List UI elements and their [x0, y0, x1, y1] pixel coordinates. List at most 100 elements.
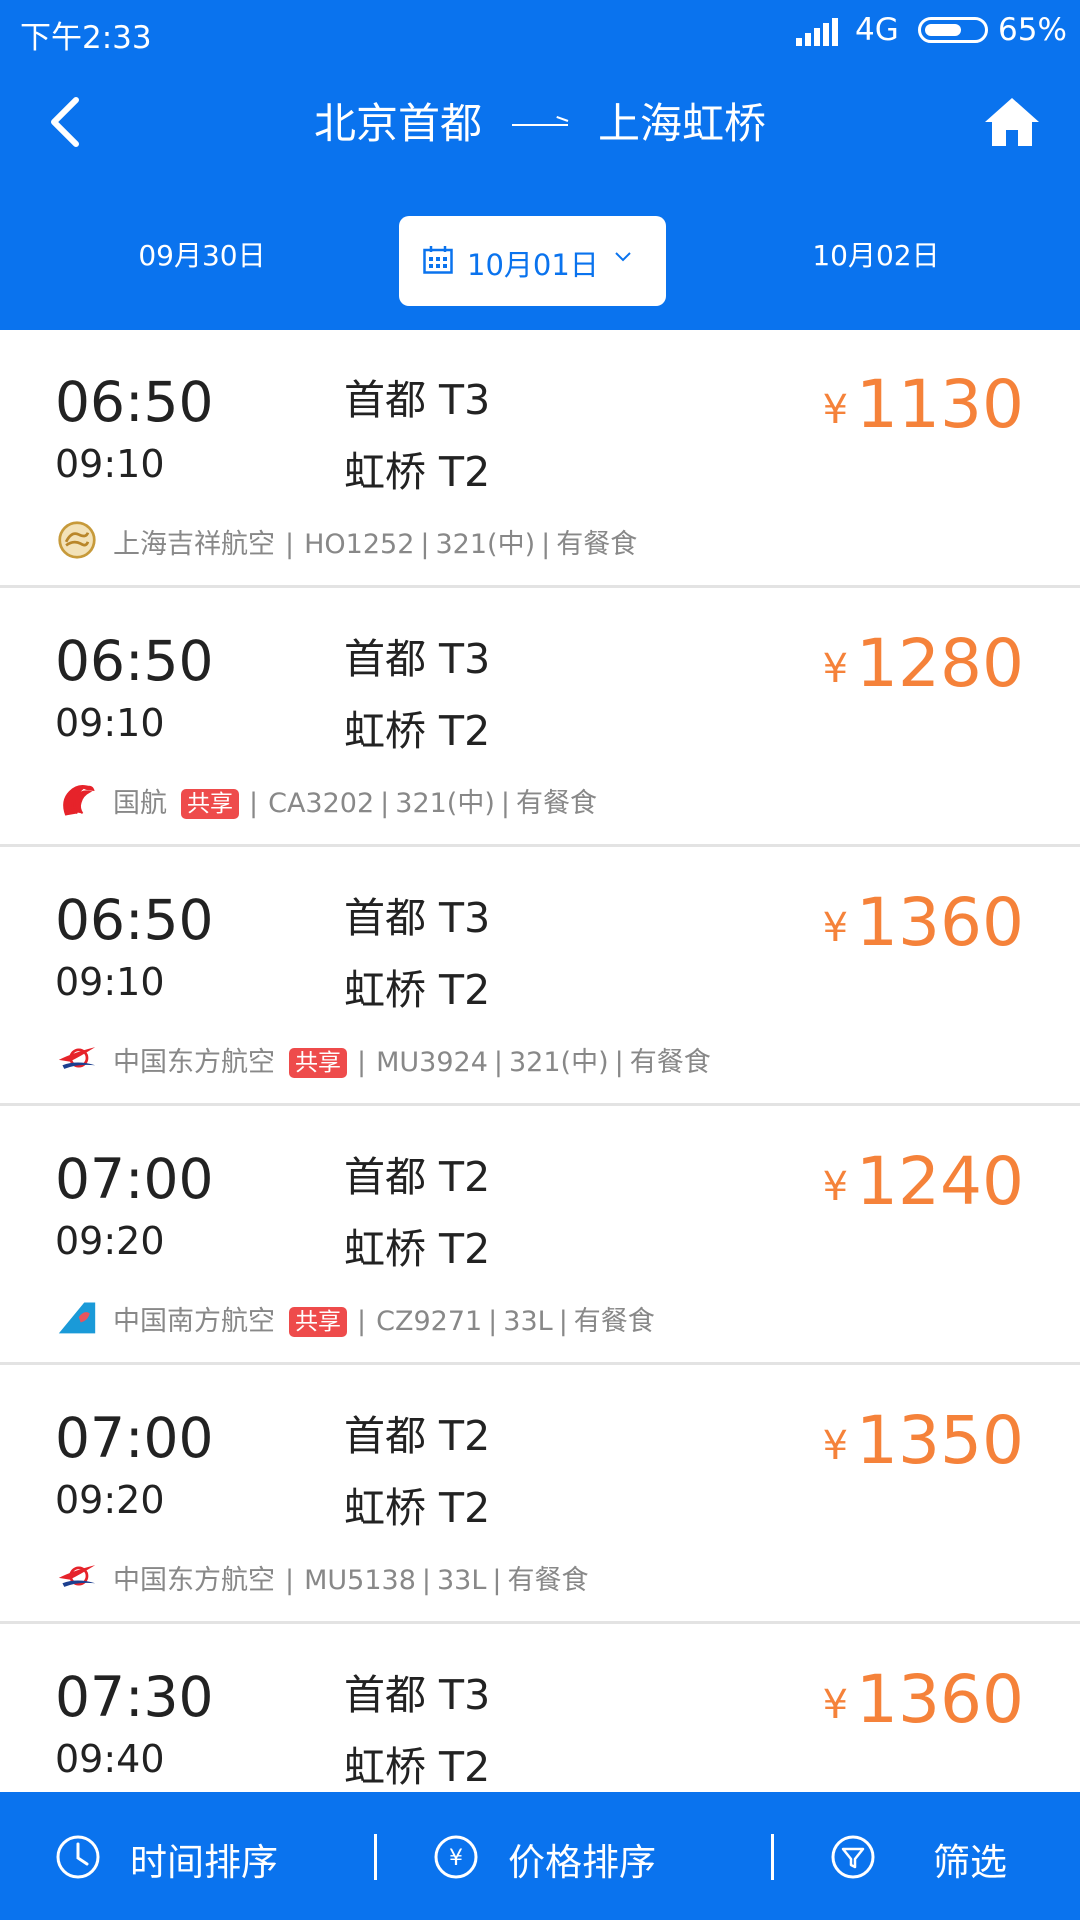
aircraft-type: 321(中) [509, 1047, 609, 1078]
calendar-icon [423, 246, 453, 274]
filter-button[interactable]: 筛选 [775, 1792, 1080, 1920]
yen-symbol: ¥ [822, 1423, 849, 1469]
departure-time: 07:30 [55, 1665, 214, 1729]
separator: | [420, 529, 430, 560]
flight-row[interactable]: 07:00 09:20 首都 T2 虹桥 T2 ¥1240 中国南方航空 共享 | CZ9271… [0, 1107, 1080, 1365]
divider [771, 1834, 774, 1880]
svg-text:¥: ¥ [449, 1846, 463, 1871]
date-prev[interactable]: 09月30日 [92, 234, 312, 274]
departure-time: 06:50 [55, 629, 214, 693]
aircraft-type: 33L [437, 1565, 487, 1596]
flight-row[interactable]: 07:30 09:40 首都 T3 虹桥 T2 ¥1360 [0, 1625, 1080, 1792]
departure-airport: 首都 T2 [344, 1412, 491, 1460]
separator: | [357, 1306, 367, 1337]
arrival-airport: 虹桥 T2 [344, 707, 491, 755]
departure-airport: 首都 T3 [344, 1671, 491, 1719]
price-amount: 1360 [856, 1661, 1024, 1738]
date-next[interactable]: 10月02日 [766, 234, 986, 274]
origin-city: 北京首都 [313, 99, 482, 148]
arrival-time: 09:10 [55, 442, 165, 486]
flight-row[interactable]: 06:50 09:10 首都 T3 虹桥 T2 ¥1360 中国东方航空 共享 | MU3924… [0, 848, 1080, 1106]
price-amount: 1240 [856, 1143, 1024, 1220]
separator: | [614, 1047, 624, 1078]
separator: | [249, 788, 259, 819]
date-current-label: 10月01日 [467, 248, 599, 282]
yen-symbol: ¥ [822, 905, 849, 951]
departure-airport: 首都 T3 [344, 894, 491, 942]
arrival-time: 09:40 [55, 1737, 165, 1781]
separator: | [285, 1565, 295, 1596]
departure-time: 06:50 [55, 370, 214, 434]
price: ¥1350 [823, 1402, 1024, 1479]
juneyao-logo-icon [55, 520, 99, 560]
yen-symbol: ¥ [822, 387, 849, 433]
arrival-airport: 虹桥 T2 [344, 1743, 491, 1791]
battery-icon [918, 17, 988, 43]
chevron-down-icon [615, 252, 631, 262]
flight-number: CA3202 [268, 788, 375, 819]
flight-number: CZ9271 [376, 1306, 483, 1337]
price-amount: 1280 [856, 625, 1024, 702]
flight-info-text: 中国东方航空 | MU5138 | 33L | 有餐食 [113, 1558, 589, 1597]
shared-badge: 共享 [181, 789, 239, 819]
destination-city: 上海虹桥 [598, 99, 767, 148]
separator: | [357, 1047, 367, 1078]
arrival-time: 09:20 [55, 1219, 165, 1263]
arrival-time: 09:10 [55, 960, 165, 1004]
date-current[interactable]: 10月01日 [399, 216, 666, 306]
filter-icon [831, 1835, 875, 1879]
meal-info: 有餐食 [515, 788, 597, 819]
flight-info-text: 中国南方航空 共享 | CZ9271 | 33L | 有餐食 [113, 1299, 655, 1338]
separator: | [493, 1047, 503, 1078]
shared-badge: 共享 [289, 1307, 347, 1337]
yen-symbol: ¥ [822, 1682, 849, 1728]
arrival-airport: 虹桥 T2 [344, 448, 491, 496]
home-icon[interactable] [982, 94, 1042, 150]
price: ¥1280 [823, 625, 1024, 702]
bottom-bar: 时间排序 ¥ 价格排序 筛选 [0, 1792, 1080, 1920]
header: 下午2:33 4G 65% 北京首都 上海虹桥 09月30日 10月01日 10… [0, 0, 1080, 330]
price: ¥1360 [823, 1661, 1024, 1738]
flight-row[interactable]: 07:00 09:20 首都 T2 虹桥 T2 ¥1350 中国东方航空 | MU5138 | 3… [0, 1366, 1080, 1624]
airline-name: 中国东方航空 [113, 1047, 275, 1078]
yen-icon: ¥ [434, 1835, 478, 1879]
arrival-airport: 虹桥 T2 [344, 1225, 491, 1273]
separator: | [500, 788, 510, 819]
meal-info: 有餐食 [556, 529, 638, 560]
time-sort-label: 时间排序 [130, 1841, 278, 1884]
price: ¥1240 [823, 1143, 1024, 1220]
price: ¥1130 [823, 366, 1024, 443]
status-time: 下午2:33 [20, 20, 152, 56]
divider [374, 1834, 377, 1880]
price-amount: 1360 [856, 884, 1024, 961]
flight-row[interactable]: 06:50 09:10 首都 T3 虹桥 T2 ¥1280 国航 共享 | CA3202 | 321… [0, 589, 1080, 847]
yen-symbol: ¥ [822, 646, 849, 692]
flight-number: MU5138 [304, 1565, 416, 1596]
departure-time: 07:00 [55, 1147, 214, 1211]
separator: | [492, 1565, 502, 1596]
departure-time: 07:00 [55, 1406, 214, 1470]
airline-name: 中国东方航空 [113, 1565, 275, 1596]
yen-symbol: ¥ [822, 1164, 849, 1210]
flight-info-text: 中国东方航空 共享 | MU3924 | 321(中) | 有餐食 [113, 1040, 711, 1079]
airline-name: 国航 [113, 788, 167, 819]
flight-list[interactable]: 06:50 09:10 首都 T3 虹桥 T2 ¥1130 上海吉祥航空 | HO1252 | 3… [0, 330, 1080, 1792]
route-arrow-icon [512, 124, 568, 126]
meal-info: 有餐食 [573, 1306, 655, 1337]
price-amount: 1130 [856, 366, 1024, 443]
arrival-airport: 虹桥 T2 [344, 1484, 491, 1532]
flight-info-text: 国航 共享 | CA3202 | 321(中) | 有餐食 [113, 781, 597, 820]
arrival-airport: 虹桥 T2 [344, 966, 491, 1014]
flight-row[interactable]: 06:50 09:10 首都 T3 虹桥 T2 ¥1130 上海吉祥航空 | HO1252 | 3… [0, 330, 1080, 588]
arrival-time: 09:10 [55, 701, 165, 745]
china-southern-logo-icon [55, 1297, 99, 1337]
departure-airport: 首都 T3 [344, 376, 491, 424]
arrival-time: 09:20 [55, 1478, 165, 1522]
separator: | [285, 529, 295, 560]
price-sort-button[interactable]: ¥ 价格排序 [378, 1792, 770, 1920]
china-eastern-logo-icon [55, 1038, 99, 1078]
departure-airport: 首都 T3 [344, 635, 491, 683]
battery-percent: 65% [998, 12, 1067, 48]
departure-airport: 首都 T2 [344, 1153, 491, 1201]
time-sort-button[interactable]: 时间排序 [0, 1792, 372, 1920]
